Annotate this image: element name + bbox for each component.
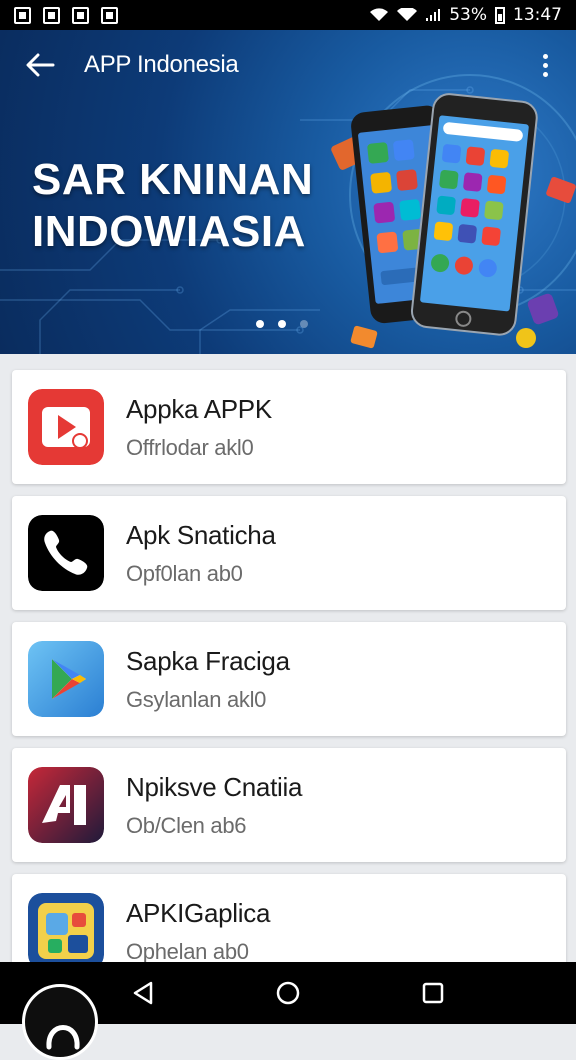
wifi-strong-icon <box>397 8 418 21</box>
nav-recents-icon[interactable] <box>418 978 448 1008</box>
app-list: Appka APPK Offrlodar akl0 Apk Snaticha O… <box>12 370 566 1000</box>
smartphones-illustration <box>331 93 576 349</box>
app-subtitle: Gsylanlan akl0 <box>126 686 267 712</box>
app-name: APKIGaplica <box>126 897 271 928</box>
page-title: APP Indonesia <box>84 51 239 78</box>
list-item[interactable]: Sapka Fraciga Gsylanlan akl0 <box>12 622 566 736</box>
status-bar: 53% 13:47 <box>0 0 576 30</box>
battery-icon <box>495 6 505 24</box>
apps-grid-icon <box>28 893 104 969</box>
list-item[interactable]: Apk Snaticha Opf0lan ab0 <box>12 496 566 610</box>
app-name: Npiksve Cnatiia <box>126 771 303 802</box>
nav-back-icon[interactable] <box>128 978 158 1008</box>
signal-icon <box>426 9 441 21</box>
app-subtitle: Opf0lan ab0 <box>126 560 243 586</box>
hero-headline: SAR KNINAN INDOWIASIA <box>32 154 313 258</box>
list-item[interactable]: Npiksve Cnatiia Ob/Clen ab6 <box>12 748 566 862</box>
system-indicators: 53% 13:47 <box>369 5 562 25</box>
phone-icon <box>28 515 104 591</box>
hero-banner[interactable]: APP Indonesia SAR KNINAN INDOWIASIA <box>0 30 576 354</box>
nav-home-icon[interactable] <box>273 978 303 1008</box>
app-name: Sapka Fraciga <box>126 645 290 676</box>
carousel-dot-2[interactable] <box>278 320 286 328</box>
app-subtitle: Ob/Clen ab6 <box>126 812 247 838</box>
carousel-dot-3[interactable] <box>300 320 308 328</box>
arrow-left-icon[interactable] <box>16 41 64 89</box>
play-store-icon <box>28 641 104 717</box>
notification-gallery-icon <box>14 6 31 24</box>
app-name: Appka APPK <box>126 393 272 424</box>
clock: 13:47 <box>513 5 562 25</box>
hero-headline-line1: SAR KNINAN <box>32 155 314 204</box>
notification-image-icon <box>43 6 60 24</box>
app-name: Apk Snaticha <box>126 519 276 550</box>
list-item[interactable]: Appka APPK Offrlodar akl0 <box>12 370 566 484</box>
a-logo-icon <box>28 767 104 843</box>
app-subtitle: Offrlodar akl0 <box>126 434 254 460</box>
carousel-indicator <box>256 320 308 328</box>
wifi-icon <box>370 8 389 21</box>
hero-headline-line2: INDOWIASIA <box>32 207 306 256</box>
notification-icons <box>14 6 118 24</box>
battery-percentage: 53% <box>449 5 487 25</box>
notification-music-icon <box>72 6 89 24</box>
notification-file-icon <box>101 6 118 24</box>
video-play-icon <box>28 389 104 465</box>
app-subtitle: Ophelan ab0 <box>126 938 249 964</box>
floating-avatar[interactable] <box>22 984 98 1060</box>
carousel-dot-1[interactable] <box>256 320 264 328</box>
